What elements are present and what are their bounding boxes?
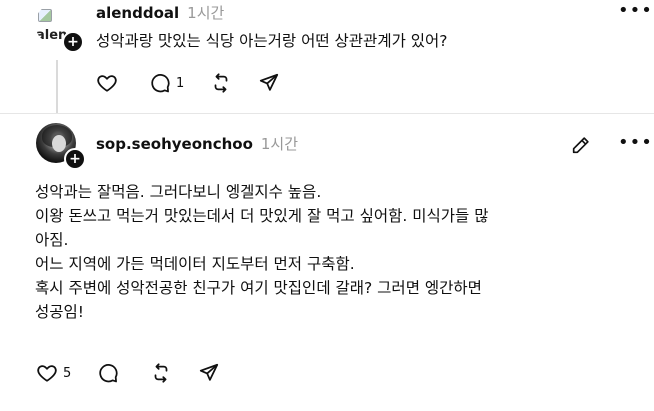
reply-actions: 5 — [36, 362, 220, 384]
comment-button[interactable] — [97, 362, 124, 384]
broken-image-icon — [38, 9, 52, 22]
heart-icon — [37, 365, 57, 382]
reply-body: 성악과는 잘먹음. 그러다보니 엥겔지수 높음. 이왕 돈쓰고 먹는거 맛있는데… — [35, 180, 488, 324]
reply-text-line: 혹시 주변에 성악전공한 친구가 여기 맛집인데 갈래? 그러면 엥간하면 — [35, 279, 482, 297]
more-horizontal-icon[interactable]: ••• — [618, 134, 653, 152]
repost-icon — [154, 363, 168, 383]
follow-plus-icon[interactable]: + — [62, 31, 84, 53]
comment-button[interactable]: 1 — [149, 72, 184, 94]
repost-button[interactable] — [210, 72, 232, 94]
timestamp[interactable]: 1시간 — [261, 133, 298, 154]
repost-icon — [214, 73, 228, 93]
reply-text-line: 어느 지역에 가든 먹데이터 지도부터 먼저 구축함. — [35, 255, 355, 273]
timestamp[interactable]: 1시간 — [187, 2, 224, 23]
send-icon — [260, 73, 279, 91]
share-button[interactable] — [258, 72, 280, 94]
divider — [0, 113, 654, 114]
reply-text-line: 아짐. — [35, 231, 69, 249]
reply-actions: 1 — [96, 72, 280, 94]
reply-header: alenddoal 1시간 — [96, 2, 224, 23]
like-count: 5 — [63, 365, 72, 381]
reply-text-line: 이왕 돈쓰고 먹는거 맛있는데서 더 맛있게 잘 먹고 싶어함. 미식가들 많 — [35, 207, 489, 225]
comment-count: 1 — [176, 75, 185, 91]
comment-bubble-icon — [99, 364, 118, 383]
more-horizontal-icon[interactable]: ••• — [618, 2, 653, 20]
avatar-photo-face — [52, 135, 66, 152]
heart-icon — [97, 75, 117, 92]
reply-header: sop.seohyeonchoo 1시간 — [96, 133, 298, 154]
reply-text-line: 성공임! — [35, 303, 84, 321]
reply-text: 성악과랑 맛있는 식당 아는거랑 어떤 상관관계가 있어? — [96, 32, 448, 50]
like-button[interactable]: 5 — [36, 362, 71, 384]
thread-line — [56, 60, 58, 113]
username[interactable]: sop.seohyeonchoo — [96, 135, 253, 153]
like-button[interactable] — [96, 72, 123, 94]
share-button[interactable] — [198, 362, 220, 384]
send-icon — [200, 363, 219, 381]
pencil-icon[interactable] — [570, 134, 592, 156]
reply-text-line: 성악과는 잘먹음. 그러다보니 엥겔지수 높음. — [35, 183, 322, 201]
repost-button[interactable] — [150, 362, 172, 384]
comment-bubble-icon — [151, 74, 170, 93]
follow-plus-icon[interactable]: + — [64, 148, 86, 170]
username[interactable]: alenddoal — [96, 4, 179, 22]
